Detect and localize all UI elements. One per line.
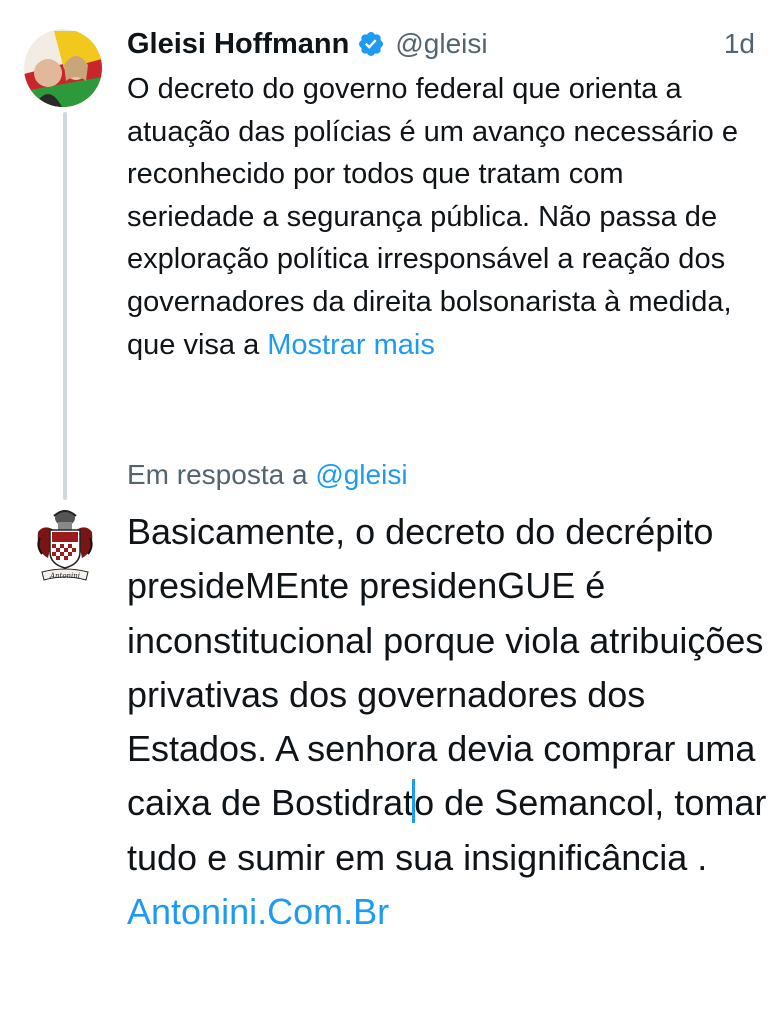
original-tweet[interactable]: Gleisi Hoffmann @gleisi 1d O decreto do … <box>127 22 757 366</box>
reply-body-part-1: Basicamente, o decreto do decrépito pres… <box>127 511 764 824</box>
reply-tweet-text: Basicamente, o decreto do decrépito pres… <box>127 505 767 939</box>
show-more-link[interactable]: Mostrar mais <box>267 329 435 361</box>
tweet-body: O decreto do governo federal que orienta… <box>127 73 738 361</box>
author-name[interactable]: Gleisi Hoffmann <box>127 28 349 61</box>
author-handle[interactable]: @gleisi <box>395 28 487 60</box>
tweet-header: Gleisi Hoffmann @gleisi 1d <box>127 22 757 66</box>
reply-link[interactable]: Antonini.Com.Br <box>127 891 389 932</box>
reply-context: Em resposta a @gleisi <box>127 453 408 497</box>
avatar-script-text: Antonini <box>49 572 80 580</box>
tweet-text: O decreto do governo federal que orienta… <box>127 68 757 366</box>
author-avatar[interactable] <box>24 29 102 107</box>
reply-avatar-coat-of-arms[interactable]: Antonini <box>34 508 96 586</box>
thread-connector-line <box>63 112 67 500</box>
verified-badge-icon <box>357 30 385 58</box>
reply-to-handle-link[interactable]: @gleisi <box>315 459 407 490</box>
tweet-timestamp[interactable]: 1d <box>724 28 757 60</box>
reply-to-prefix: Em resposta a <box>127 459 308 490</box>
